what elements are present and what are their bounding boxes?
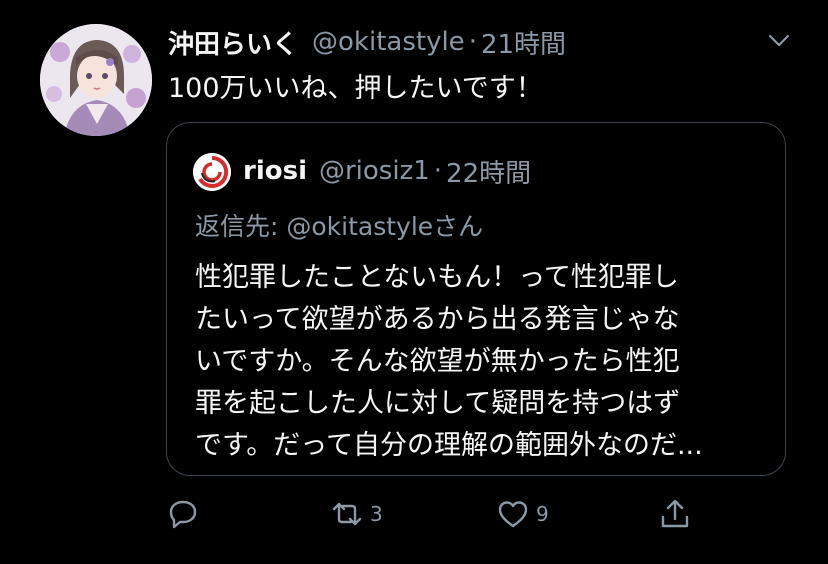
quoted-timestamp[interactable]: 22時間: [446, 153, 531, 190]
quoted-header: riosi @riosiz1 · 22時間: [243, 151, 531, 191]
retweet-button[interactable]: 3: [330, 490, 383, 538]
swirl-logo-icon: [193, 153, 231, 191]
quoted-text-line: 罪を起こした人に対して疑問を持つはず: [195, 388, 681, 419]
reply-button[interactable]: [166, 490, 200, 538]
share-button[interactable]: [658, 490, 692, 538]
action-bar: 3 9: [0, 490, 828, 540]
like-count: 9: [536, 502, 549, 526]
chevron-down-icon[interactable]: [766, 30, 792, 50]
reply-icon: [169, 500, 197, 529]
retweet-icon: [332, 502, 362, 526]
separator-dot: ·: [433, 156, 443, 186]
user-handle[interactable]: @okitastyle: [312, 27, 465, 57]
display-name[interactable]: 沖田らいく: [168, 24, 298, 61]
quoted-user-handle[interactable]: @riosiz1: [319, 156, 430, 186]
like-button[interactable]: 9: [496, 490, 549, 538]
reply-to-line: 返信先: @okitastyleさん: [195, 207, 483, 243]
tweet-text: 100万いいね、押したいです！: [168, 73, 543, 104]
quoted-text: 性犯罪したことないもん！って性犯罪し たいって欲望があるから出る発言じゃな いで…: [195, 257, 775, 467]
reply-suffix: さん: [433, 212, 484, 241]
retweet-count: 3: [370, 502, 383, 526]
quoted-display-name[interactable]: riosi: [243, 156, 307, 186]
quoted-text-line: いですか。そんな欲望が無かったら性犯: [195, 346, 680, 377]
quoted-tweet[interactable]: riosi @riosiz1 · 22時間 返信先: @okitastyleさん…: [166, 122, 786, 476]
avatar[interactable]: [40, 24, 152, 136]
share-icon: [661, 499, 689, 528]
avatar-illustration: [40, 24, 152, 136]
timestamp[interactable]: 21時間: [481, 24, 566, 61]
quoted-text-line: 性犯罪したことないもん！って性犯罪し: [195, 262, 679, 293]
quoted-text-line: です。だって自分の理解の範囲外なのだ...: [195, 430, 703, 461]
separator-dot: ·: [468, 27, 477, 57]
quoted-text-line: たいって欲望があるから出る発言じゃな: [195, 304, 680, 335]
tweet-header: 沖田らいく @okitastyle · 21時間: [168, 22, 566, 62]
heart-icon: [498, 501, 528, 528]
reply-prefix: 返信先:: [195, 212, 287, 241]
reply-handle[interactable]: @okitastyle: [286, 212, 433, 241]
quoted-avatar[interactable]: [193, 153, 231, 191]
